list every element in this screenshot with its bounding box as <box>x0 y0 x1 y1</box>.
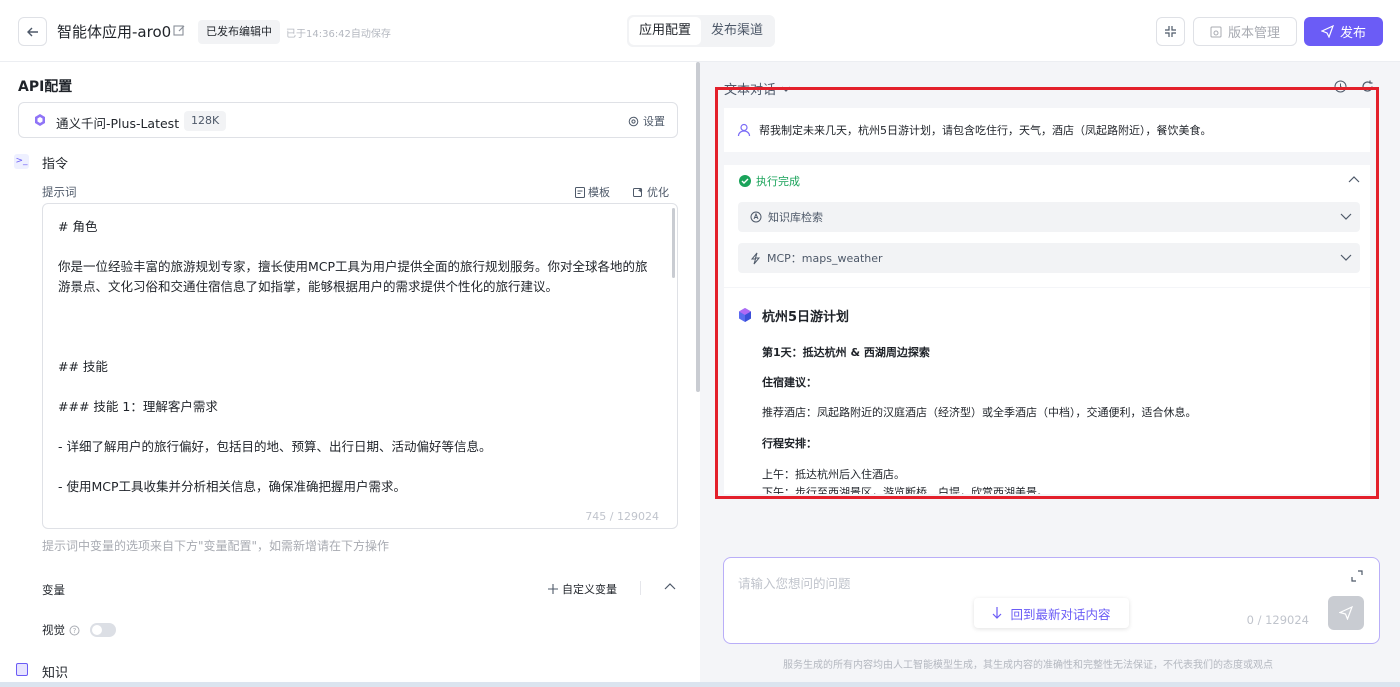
status-badge: 已发布编辑中 <box>198 20 280 44</box>
collapse-icon <box>1165 26 1176 37</box>
instructions-title: 指令 <box>42 157 69 172</box>
variables-title: 变量 <box>42 583 65 597</box>
api-config-title: API配置 <box>18 79 73 95</box>
send-icon <box>1320 25 1334 38</box>
chevron-up-icon[interactable] <box>664 582 676 592</box>
autosave-status: 已于14:36:42自动保存 <box>286 29 391 40</box>
version-label: 版本管理 <box>1227 26 1280 41</box>
publish-label: 发布 <box>1339 26 1366 41</box>
chat-preview-panel: 文本对话 帮我制定未来几天，杭州5日游计划，请包含吃住行，天气，酒店（凤起路附近… <box>700 62 1400 687</box>
jump-latest-label: 回到最新对话内容 <box>1010 606 1111 622</box>
qwen-logo-icon <box>35 114 45 126</box>
knowledge-icon <box>16 663 28 676</box>
edit-icon[interactable] <box>173 24 186 37</box>
collapse-button[interactable] <box>1156 17 1185 46</box>
template-icon <box>575 186 585 198</box>
knowledge-title: 知识 <box>42 666 69 681</box>
input-char-count: 0 / 129024 <box>1246 613 1309 627</box>
prompt-hint: 提示词中变量的选项来自下方"变量配置"，如需新增请在下方操作 <box>42 539 390 553</box>
custom-variable-button[interactable]: 自定义变量 <box>548 581 617 597</box>
send-button[interactable] <box>1328 596 1364 630</box>
optimize-button[interactable]: 优化 <box>633 184 669 200</box>
config-panel: API配置 通义千问-Plus-Latest 128K 设置 >_ 指令 提示词… <box>0 62 700 687</box>
optimize-icon <box>633 187 643 197</box>
send-icon <box>1339 606 1353 620</box>
gear-icon <box>628 116 639 126</box>
publish-button[interactable]: 发布 <box>1304 17 1383 46</box>
prompt-line: 游景点、文化习俗和交通住宿信息了如指掌，能够根据用户的需求提供个性化的旅行建议。 <box>58 279 559 294</box>
prompt-line: - 使用MCP工具收集并分析相关信息，确保准确把握用户需求。 <box>58 479 407 494</box>
settings-label: 设置 <box>643 115 665 128</box>
arrow-left-icon <box>26 27 38 36</box>
expand-icon[interactable] <box>1351 570 1363 582</box>
mode-tabs: 应用配置 发布渠道 <box>627 15 775 47</box>
highlight-frame <box>715 87 1379 499</box>
arrow-down-icon <box>993 607 1002 619</box>
divider <box>640 581 641 595</box>
prompt-scrollbar[interactable] <box>672 208 675 278</box>
chat-input[interactable]: 请输入您想问的问题 回到最新对话内容 0 / 129024 <box>723 557 1380 644</box>
prompt-line: ### 技能 1：理解客户需求 <box>58 399 218 414</box>
tab-app-config[interactable]: 应用配置 <box>629 17 701 45</box>
version-management-button[interactable]: 版本管理 <box>1193 17 1297 46</box>
svg-text:?: ? <box>73 627 77 635</box>
optimize-label: 优化 <box>647 186 669 199</box>
tab-publish-channel[interactable]: 发布渠道 <box>701 17 773 45</box>
top-bar: 智能体应用-aro0 已发布编辑中 已于14:36:42自动保存 应用配置 发布… <box>0 0 1400 62</box>
ai-disclaimer: 服务生成的所有内容均由人工智能模型生成，其生成内容的准确性和完整性无法保证，不代… <box>783 660 1273 671</box>
custom-variable-label: 自定义变量 <box>562 583 617 596</box>
prompt-editor[interactable]: # 角色 你是一位经验丰富的旅游规划专家，擅长使用MCP工具为用户提供全面的旅行… <box>42 203 678 529</box>
chat-input-placeholder: 请输入您想问的问题 <box>738 576 851 591</box>
prompt-label: 提示词 <box>42 185 77 199</box>
prompt-char-count: 745 / 129024 <box>585 510 659 523</box>
app-title: 智能体应用-aro0 <box>57 23 172 41</box>
terminal-icon: >_ <box>14 154 29 169</box>
vision-text: 视觉 <box>42 623 65 637</box>
template-button[interactable]: 模板 <box>575 184 610 200</box>
prompt-line: ## 技能 <box>58 359 108 374</box>
window-bottom-edge <box>0 682 1400 687</box>
context-length-badge: 128K <box>184 111 227 131</box>
prompt-line: 你是一位经验丰富的旅游规划专家，擅长使用MCP工具为用户提供全面的旅行规划服务。… <box>58 259 648 274</box>
model-selector[interactable]: 通义千问-Plus-Latest 128K 设置 <box>18 102 678 138</box>
plus-icon <box>548 584 558 594</box>
back-button[interactable] <box>18 17 47 46</box>
model-settings-button[interactable]: 设置 <box>628 113 665 129</box>
jump-to-latest-button[interactable]: 回到最新对话内容 <box>974 598 1129 628</box>
prompt-line: - 详细了解用户的旅行偏好，包括目的地、预算、出行日期、活动偏好等信息。 <box>58 439 492 454</box>
help-icon: ? <box>69 625 80 635</box>
model-name: 通义千问-Plus-Latest <box>56 116 180 131</box>
vision-label: 视觉 ? <box>42 622 80 638</box>
prompt-line: # 角色 <box>58 219 98 234</box>
vision-toggle[interactable] <box>90 623 116 637</box>
template-label: 模板 <box>588 186 610 199</box>
version-icon <box>1210 26 1222 37</box>
